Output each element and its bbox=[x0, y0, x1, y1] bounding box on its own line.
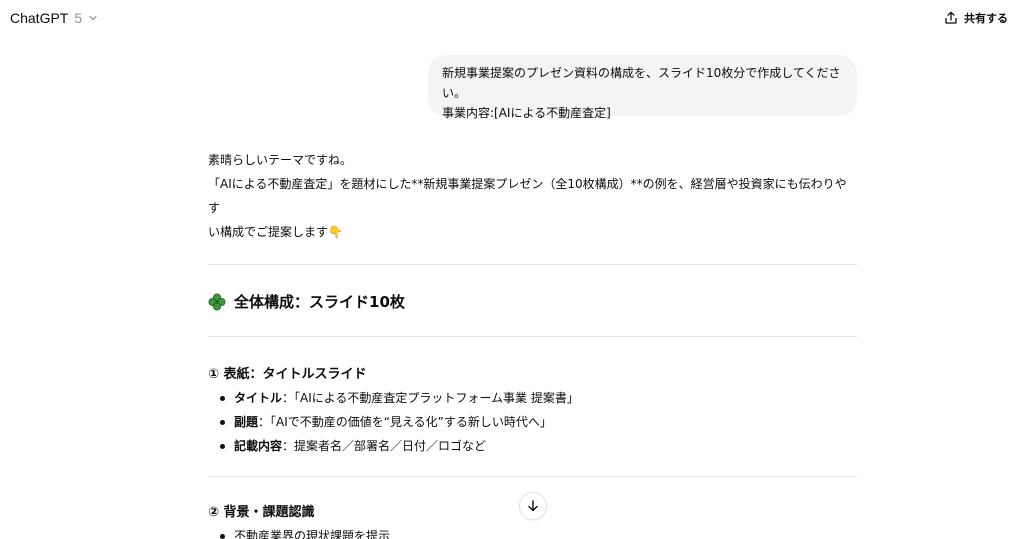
overview-heading: 全体構成：スライド10枚 bbox=[208, 291, 858, 312]
scroll-to-bottom-button[interactable] bbox=[519, 492, 547, 520]
assistant-intro: 素晴らしいテーマですね。 「AIによる不動産査定」を題材にした**新規事業提案プ… bbox=[208, 148, 858, 244]
share-icon bbox=[945, 11, 957, 24]
user-message-line: 新規事業提案のプレゼン資料の構成を、スライド10枚分で作成してください。 bbox=[442, 66, 841, 100]
top-bar: ChatGPT 5 共有する bbox=[0, 0, 1024, 36]
user-message: 新規事業提案のプレゼン資料の構成を、スライド10枚分で作成してください。 事業内… bbox=[428, 55, 857, 120]
pointing-down-emoji: 👇 bbox=[328, 225, 343, 239]
share-label: 共有する bbox=[964, 12, 1008, 25]
list-item: 不動産業界の現状課題を提示 bbox=[208, 524, 858, 539]
overview-heading-text: 全体構成：スライド10枚 bbox=[234, 293, 405, 311]
section-bullet-list: タイトル：「AIによる不動産査定プラットフォーム事業 提案書」 副題：「AIで不… bbox=[208, 386, 858, 458]
conversation-thread[interactable]: 新規事業提案のプレゼン資料の構成を、スライド10枚分で作成してください。 事業内… bbox=[0, 36, 1024, 539]
share-button[interactable]: 共有する bbox=[938, 6, 1014, 30]
list-item: 副題：「AIで不動産の価値を“見える化”する新しい時代へ」 bbox=[208, 410, 858, 434]
chevron-down-icon bbox=[89, 15, 97, 21]
arrow-down-icon bbox=[528, 500, 538, 512]
section-heading: ① 表紙：タイトルスライド bbox=[208, 367, 367, 382]
list-item: タイトル：「AIによる不動産査定プラットフォーム事業 提案書」 bbox=[208, 386, 858, 410]
model-version: 5 bbox=[74, 10, 83, 26]
section-bullet-list: 不動産業界の現状課題を提示 bbox=[208, 524, 858, 539]
intro-line: 「AIによる不動産査定」を題材にした**新規事業提案プレゼン（全10枚構成）**… bbox=[208, 177, 847, 215]
assistant-message: 素晴らしいテーマですね。 「AIによる不動産査定」を題材にした**新規事業提案プ… bbox=[208, 148, 858, 539]
clover-icon bbox=[208, 293, 226, 310]
intro-line: い構成でご提案します👇 bbox=[208, 225, 343, 239]
divider bbox=[208, 476, 857, 477]
user-message-line: 事業内容:[AIによる不動産査定] bbox=[442, 106, 611, 120]
list-item: 記載内容：提案者名／部署名／日付／ロゴなど bbox=[208, 434, 858, 458]
model-selector[interactable]: ChatGPT 5 bbox=[10, 10, 98, 26]
model-name: ChatGPT bbox=[10, 10, 69, 26]
divider bbox=[208, 264, 857, 265]
intro-line: 素晴らしいテーマですね。 bbox=[208, 153, 353, 167]
divider bbox=[208, 336, 857, 337]
